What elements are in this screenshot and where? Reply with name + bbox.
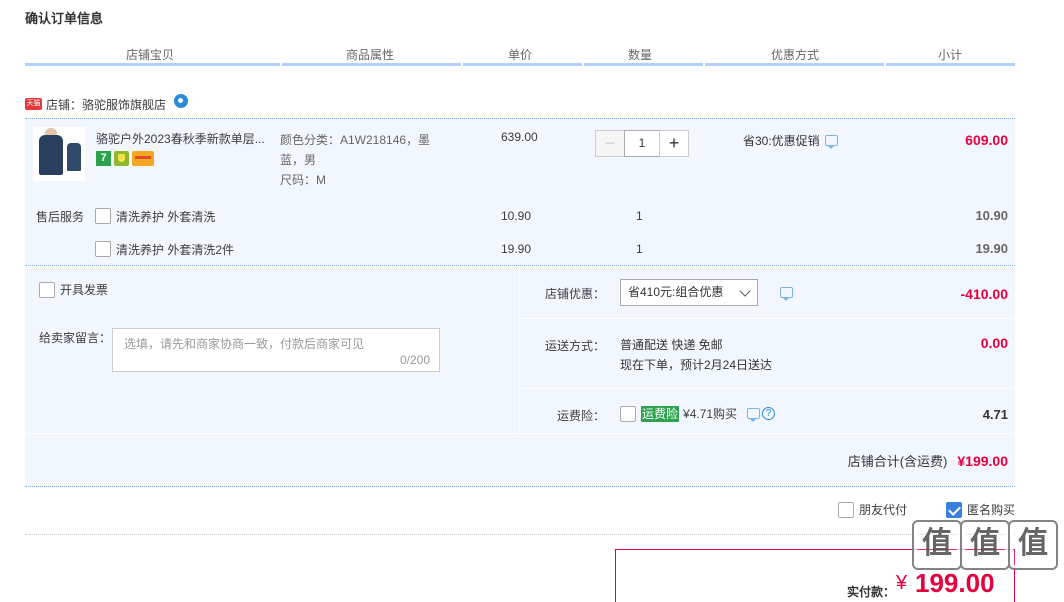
order-item: 骆驼户外2023春秋季新款单层... 7 颜色分类：A1W218146，墨 蓝，… <box>25 118 1015 266</box>
service-qty-1: 1 <box>636 209 643 223</box>
service-badges: 7 <box>96 151 154 166</box>
note-label: 给卖家留言： <box>39 331 112 345</box>
invoice-option: 开具发票 <box>39 281 108 298</box>
guarantee-shield-icon <box>114 151 129 166</box>
promotion: 省30:优惠促销 <box>743 132 838 149</box>
shipping-label: 运送方式： <box>545 339 606 353</box>
watermark-char: 值 <box>960 520 1010 570</box>
insurance-checkbox[interactable] <box>620 405 636 422</box>
payment-currency: ¥ <box>896 572 908 594</box>
watermark-char: 值 <box>912 520 962 570</box>
service-qty-2: 1 <box>636 242 643 256</box>
shop-row: 天猫 店铺：骆驼服饰旗舰店 <box>25 94 189 113</box>
quantity-stepper: − 1 + <box>595 130 689 157</box>
service-price-1: 10.90 <box>501 209 532 223</box>
service-name-1: 清洗养护 外套清洗 <box>116 209 216 224</box>
shop-total-label: 店铺合计(含运费) <box>847 454 948 469</box>
insurance-tag: 运费险 <box>641 405 680 422</box>
col-header-subtotal: 小计 <box>937 48 962 62</box>
divider <box>25 534 1015 535</box>
product-title-link[interactable]: 骆驼户外2023春秋季新款单层... <box>96 130 276 147</box>
seven-day-return-icon: 7 <box>96 151 111 166</box>
service-checkbox-2[interactable] <box>95 241 111 257</box>
attr-size: 尺码：M <box>280 173 326 187</box>
discount-comment-icon[interactable] <box>780 287 793 301</box>
service-label: 售后服务 <box>36 210 85 224</box>
anonymous-checkbox[interactable] <box>946 501 962 518</box>
page-title: 确认订单信息 <box>25 11 104 26</box>
note-placeholder: 选填，请先和商家协商一致，付款后商家可见 <box>124 337 365 351</box>
friend-pay-label: 朋友代付 <box>859 503 908 517</box>
unit-price: 639.00 <box>501 130 538 144</box>
decrease-button[interactable]: − <box>595 130 625 157</box>
item-subtotal: 609.00 <box>965 132 1008 148</box>
shop-discount-value: -410.00 <box>960 286 1008 302</box>
shop-discount-label: 店铺优惠： <box>545 287 606 301</box>
payment-label: 实付款： <box>847 585 896 599</box>
payment-amount: 199.00 <box>915 568 995 598</box>
product-attributes: 颜色分类：A1W218146，墨 蓝，男 尺码：M <box>280 130 450 190</box>
attr-color-cont: 蓝，男 <box>280 153 317 167</box>
shipping-method: 普通配送 快递 免邮 <box>620 338 723 352</box>
service-subtotal-1: 10.90 <box>975 208 1008 223</box>
delivery-estimate: 现在下单，预计2月24日送达 <box>620 358 773 372</box>
invoice-label: 开具发票 <box>60 283 109 297</box>
col-header-attr: 商品属性 <box>345 48 394 62</box>
col-header-price: 单价 <box>507 48 532 62</box>
note-char-count: 0/200 <box>399 353 430 367</box>
insurance-comment-icon[interactable] <box>747 408 761 422</box>
insurance-label: 运费险： <box>557 409 606 423</box>
attr-color: 颜色分类：A1W218146，墨 <box>280 133 431 147</box>
help-icon[interactable]: ? <box>762 407 776 420</box>
quantity-input[interactable]: 1 <box>624 130 660 157</box>
insurance-price: ¥4.71购买 <box>683 407 738 421</box>
credit-card-icon <box>132 151 154 166</box>
site-watermark: 值 值 值 <box>912 520 1058 570</box>
service-name-2: 清洗养护 外套清洗2件 <box>116 242 235 257</box>
col-header-promo: 优惠方式 <box>770 48 819 62</box>
shop-name-link[interactable]: 店铺：骆驼服饰旗舰店 <box>46 96 166 113</box>
column-headers: 店铺宝贝 商品属性 单价 数量 优惠方式 小计 <box>25 44 1015 66</box>
service-option-1: 清洗养护 外套清洗 <box>95 207 215 225</box>
tmall-icon: 天猫 <box>25 98 42 110</box>
shop-total-value: ¥199.00 <box>957 453 1008 469</box>
anonymous-option: 匿名购买 <box>946 501 1015 518</box>
service-price-2: 19.90 <box>501 242 532 256</box>
service-option-2: 清洗养护 外套清洗2件 <box>95 240 234 258</box>
chevron-down-icon <box>739 285 751 297</box>
chat-seller-icon[interactable] <box>174 94 189 108</box>
promo-comment-icon[interactable] <box>824 135 838 149</box>
insurance-value: 4.71 <box>982 407 1008 422</box>
col-header-item: 店铺宝贝 <box>125 48 174 62</box>
seller-note-input[interactable]: 选填，请先和商家协商一致，付款后商家可见 0/200 <box>112 328 440 372</box>
friend-pay-checkbox[interactable] <box>838 501 854 518</box>
increase-button[interactable]: + <box>659 130 689 157</box>
shop-discount-select[interactable]: 省410元:组合优惠 <box>620 279 758 306</box>
shop-total: 店铺合计(含运费) ¥199.00 <box>848 451 1008 470</box>
shop-discount-selected: 省410元:组合优惠 <box>628 285 724 299</box>
service-subtotal-2: 19.90 <box>975 241 1008 256</box>
product-thumbnail[interactable] <box>33 127 85 181</box>
order-summary: 开具发票 给卖家留言： 选填，请先和商家协商一致，付款后商家可见 0/200 店… <box>25 267 1015 487</box>
shipping-info: 普通配送 快递 免邮 现在下单，预计2月24日送达 <box>620 335 772 375</box>
insurance-option: 运费险 ¥4.71购买 ? <box>620 405 776 422</box>
anonymous-label: 匿名购买 <box>967 503 1016 517</box>
invoice-checkbox[interactable] <box>39 281 55 298</box>
watermark-char: 值 <box>1008 520 1058 570</box>
service-checkbox-1[interactable] <box>95 208 111 224</box>
col-header-qty: 数量 <box>627 48 652 62</box>
friend-pay-option: 朋友代付 <box>838 501 907 518</box>
shipping-value: 0.00 <box>980 335 1008 351</box>
promotion-text: 省30:优惠促销 <box>743 134 820 148</box>
